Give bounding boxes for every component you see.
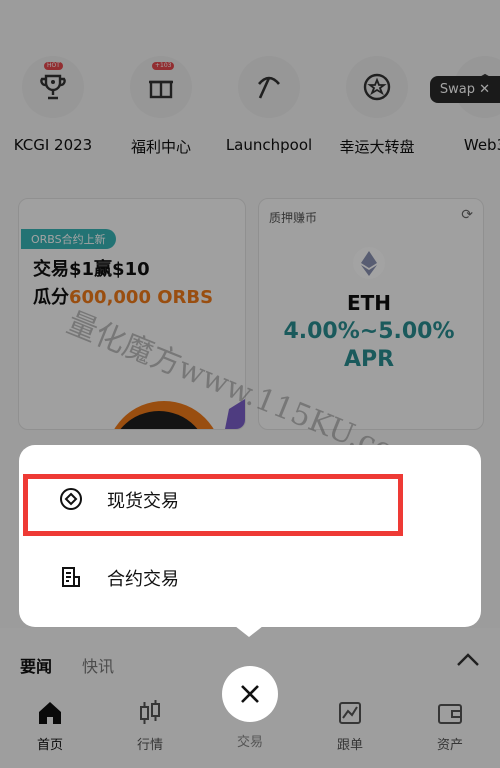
close-icon	[241, 685, 259, 703]
highlight-box	[23, 474, 403, 536]
trade-close-button[interactable]	[222, 666, 278, 722]
tab-label-trade: 交易	[236, 735, 263, 750]
contract-trading-option[interactable]: 合约交易	[19, 537, 481, 617]
option-label: 合约交易	[107, 569, 179, 590]
dim-overlay[interactable]	[0, 0, 500, 768]
trade-type-popup: 现货交易 合约交易	[19, 445, 481, 637]
contract-doc-icon	[62, 567, 80, 587]
